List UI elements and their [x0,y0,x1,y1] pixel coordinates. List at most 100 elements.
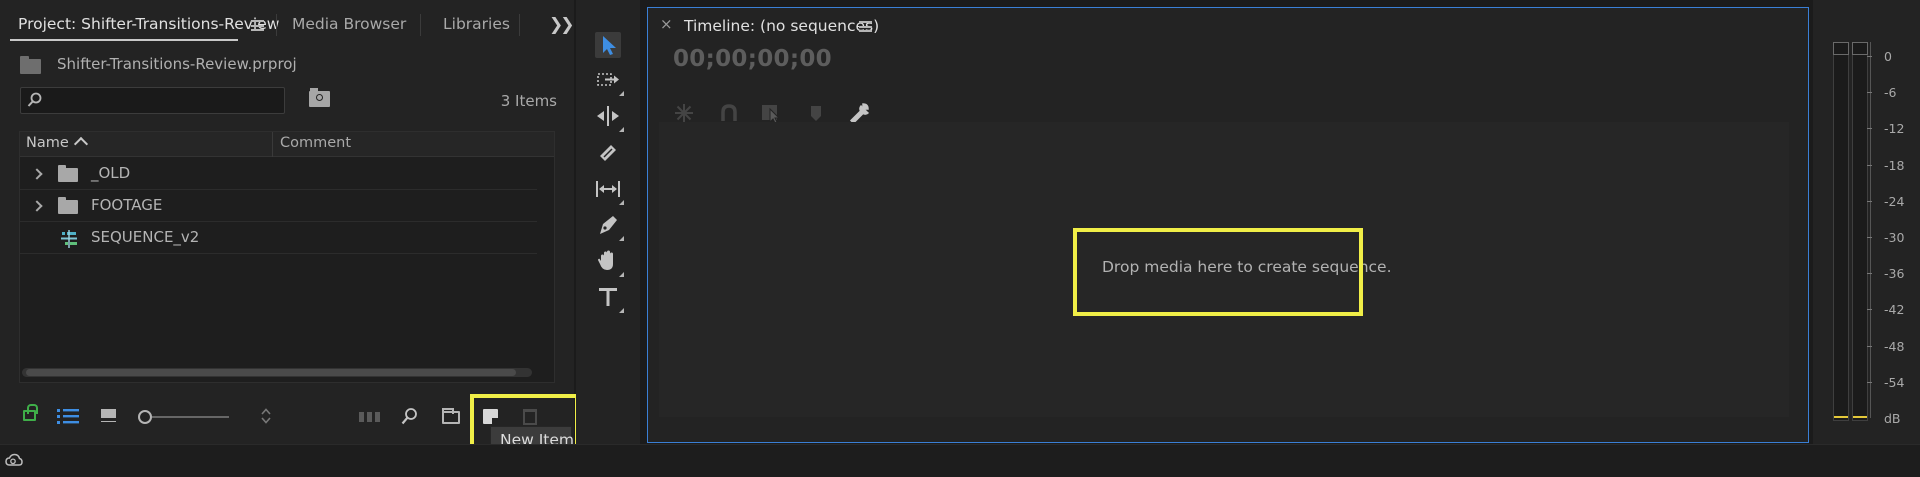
project-panel: Project: Shifter-Transitions-Review Medi… [0,0,574,444]
automate-to-sequence-icon[interactable] [359,411,381,423]
project-file-name: Shifter-Transitions-Review.prproj [57,55,297,73]
folder-icon [58,197,78,214]
meter-scale-label: -54 [1884,374,1905,390]
close-icon[interactable]: × [660,15,673,33]
track-select-tool[interactable] [595,67,624,96]
new-bin-icon[interactable] [442,408,460,424]
meter-tick [1867,309,1872,311]
tab-project[interactable]: Project: Shifter-Transitions-Review [18,15,279,33]
list-item[interactable]: _OLD [20,158,537,190]
list-header: Name Comment [20,132,554,157]
type-tool[interactable] [595,284,624,313]
meter-scale-label: -36 [1884,266,1905,282]
meter-scale-label: -12 [1884,121,1905,137]
project-file-icon [20,56,41,74]
meter-scale-label: -30 [1884,230,1905,245]
project-item-list: Name Comment _OLD FOOTAGE SEQUENCE_v2 [19,131,555,383]
creative-cloud-icon[interactable] [5,453,23,467]
lock-icon[interactable] [23,404,38,421]
ripple-edit-tool[interactable] [595,103,624,132]
pen-icon [600,216,617,234]
meter-scale-label: -18 [1884,157,1905,173]
tools-panel [576,0,640,444]
pen-tool[interactable] [595,212,624,241]
playhead-timecode[interactable]: 00;00;00;00 [673,46,832,72]
type-icon [599,288,617,306]
drop-message-highlight [1073,228,1363,316]
tab-overflow-icon[interactable]: ❯❯ [549,15,574,35]
sequence-icon [61,230,77,248]
tab-libraries[interactable]: Libraries [443,15,510,33]
wrench-icon[interactable] [848,102,870,124]
item-count: 3 Items [500,92,557,110]
slip-icon [596,181,620,197]
list-item-label: FOOTAGE [91,196,163,214]
status-bar [0,444,1920,477]
column-header-name[interactable]: Name [26,135,69,151]
linked-selection-icon[interactable] [761,102,785,124]
razor-icon [600,145,616,161]
meter-tick [1867,164,1872,166]
meter-tick [1867,56,1872,57]
timeline-panel-menu-icon[interactable] [859,21,872,32]
timeline-title[interactable]: Timeline: (no sequences) [684,17,879,35]
search-input[interactable] [20,87,285,114]
list-item-label: _OLD [91,164,131,182]
meter-tick [1867,273,1872,275]
meter-scale-axis [1870,42,1871,418]
peak-indicator[interactable] [1833,42,1849,55]
hand-icon [598,250,613,270]
selection-tool[interactable] [595,32,621,58]
column-divider[interactable] [272,132,273,157]
audio-meter-left-channel [1833,42,1849,421]
disclosure-chevron-icon[interactable] [31,200,43,212]
column-header-comment[interactable]: Comment [280,135,351,151]
meter-scale-label: 0 [1884,49,1892,64]
sort-icons-icon[interactable] [259,407,273,425]
track-select-icon [597,73,619,86]
list-item-label: SEQUENCE_v2 [91,228,200,246]
scrollbar-thumb[interactable] [26,369,516,376]
tab-divider [420,14,421,36]
meter-tick [1867,128,1872,130]
meter-tick [1867,381,1872,383]
sort-ascending-icon [73,136,89,152]
find-icon[interactable] [401,407,418,426]
meter-scale-label: -48 [1884,338,1905,354]
meter-tick [1867,200,1872,202]
peak-indicator[interactable] [1852,42,1868,55]
ripple-edit-icon [597,106,619,126]
project-tab-bar: Project: Shifter-Transitions-Review Medi… [0,0,574,46]
list-item[interactable]: FOOTAGE [20,190,537,222]
selection-arrow-icon [603,36,616,55]
list-view-icon[interactable] [57,408,79,424]
search-icon [27,92,42,107]
zoom-slider-handle[interactable] [138,410,152,424]
snap-icon[interactable] [718,102,740,124]
project-panel-menu-icon[interactable] [251,20,264,31]
new-search-bin-icon[interactable] [309,88,330,107]
meter-tick [1867,92,1872,94]
slip-tool[interactable] [595,176,624,205]
list-item[interactable]: SEQUENCE_v2 [20,222,537,254]
nest-icon[interactable] [673,102,695,124]
tab-media-browser[interactable]: Media Browser [292,15,406,33]
audio-meter-right-channel [1852,42,1868,421]
meter-scale-label: -24 [1884,193,1905,209]
add-marker-icon[interactable] [808,102,824,124]
timeline-panel[interactable]: × Timeline: (no sequences) 00;00;00;00 D… [647,7,1809,443]
meter-scale-label: dB [1884,411,1901,426]
zoom-slider-track[interactable] [152,416,229,418]
meter-tick [1867,237,1872,238]
folder-icon [58,165,78,182]
meter-tick [1867,345,1872,347]
disclosure-chevron-icon[interactable] [31,168,43,180]
meter-level [1853,416,1867,418]
razor-tool[interactable] [595,140,621,166]
icon-view-icon[interactable] [101,409,116,422]
meter-scale-label: -6 [1884,85,1897,101]
hand-tool[interactable] [595,248,624,277]
horizontal-scrollbar[interactable] [22,368,532,377]
meter-scale-label: -42 [1884,302,1905,318]
tab-divider [276,14,277,36]
